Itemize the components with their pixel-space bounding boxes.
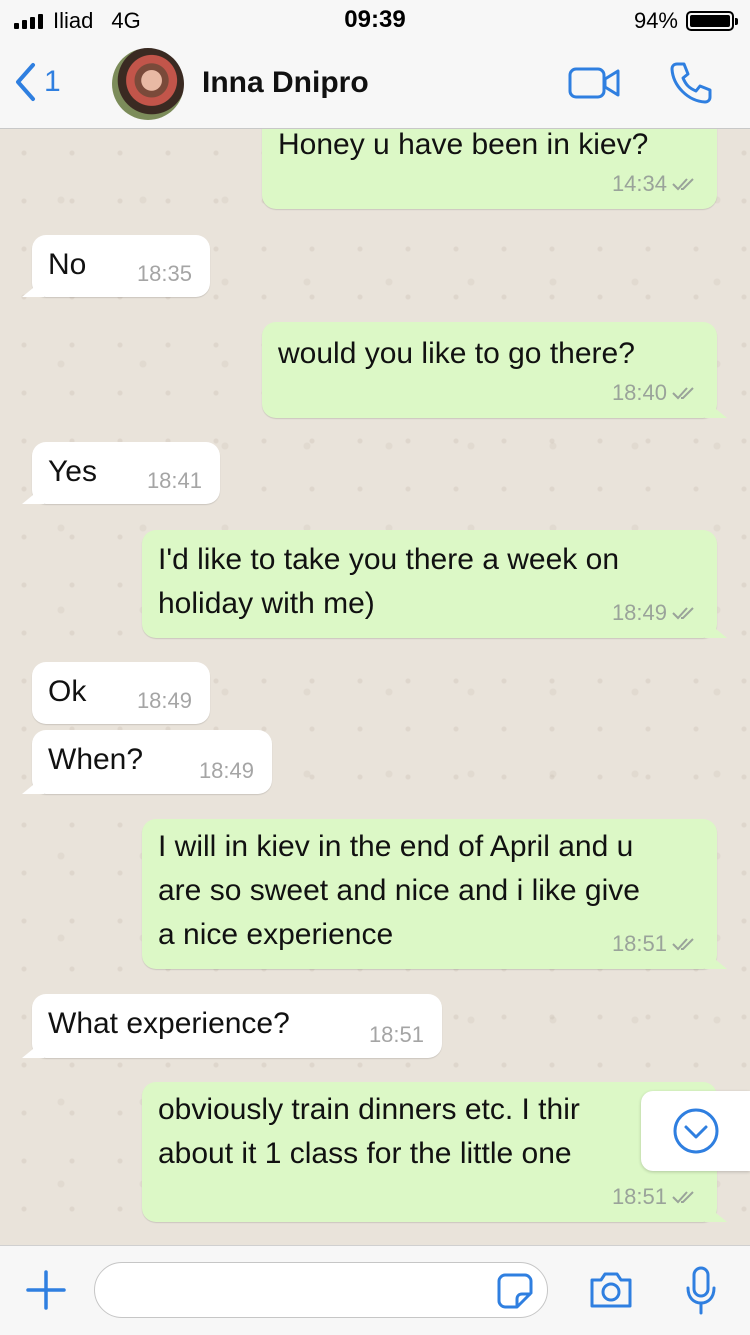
phone-icon[interactable] <box>668 60 714 106</box>
message-time: 18:49 <box>611 600 667 625</box>
message-text: I'd like to take you there a week on holi… <box>158 543 620 620</box>
avatar[interactable] <box>112 48 184 120</box>
double-check-icon <box>672 178 694 191</box>
message-bubble[interactable]: would you like to go there? 18:40 <box>262 322 727 418</box>
video-camera-icon[interactable] <box>568 66 620 100</box>
message-time: 18:41 <box>146 468 202 493</box>
scroll-to-bottom-button[interactable] <box>641 1091 750 1171</box>
message-text: Ok <box>48 675 87 708</box>
message-input-field[interactable] <box>94 1262 548 1318</box>
message-text: Honey u have been in kiev? <box>278 129 649 161</box>
message-bubble[interactable]: No 18:35 <box>22 235 210 297</box>
plus-icon[interactable] <box>26 1270 66 1310</box>
double-check-icon <box>672 1191 694 1204</box>
message-time: 18:51 <box>368 1022 424 1047</box>
message-time: 18:40 <box>611 380 667 405</box>
message-text: Yes <box>48 455 97 488</box>
message-bubble[interactable]: Honey u have been in kiev? 14:34 <box>262 129 717 209</box>
battery-percent: 94% <box>633 8 678 33</box>
message-text: I will in kiev in the end of April and u… <box>158 830 640 951</box>
double-check-icon <box>672 938 694 951</box>
back-button[interactable]: 1 <box>14 62 61 102</box>
message-list[interactable]: Honey u have been in kiev? 14:34 No 18:3… <box>0 129 750 1245</box>
message-text: No <box>48 248 87 281</box>
chevron-down-circle-icon <box>673 1108 718 1154</box>
message-text: would you like to go there? <box>278 337 635 370</box>
input-bar <box>0 1245 750 1335</box>
message-time: 18:51 <box>611 931 667 956</box>
message-bubble[interactable]: Yes 18:41 <box>22 442 220 504</box>
message-text: When? <box>48 743 144 776</box>
message-input[interactable] <box>113 1263 497 1317</box>
message-time: 14:34 <box>611 171 667 196</box>
contact-name[interactable]: Inna Dnipro <box>202 66 369 100</box>
message-bubble[interactable]: Ok 18:49 <box>32 662 210 724</box>
microphone-icon[interactable] <box>684 1266 718 1316</box>
message-bubble[interactable]: I will in kiev in the end of April and u… <box>142 819 727 969</box>
double-check-icon <box>672 607 694 620</box>
status-bar: Iliad 4G 09:39 94% <box>0 0 750 40</box>
message-bubble[interactable]: obviously train dinners etc. I thir about… <box>142 1082 727 1222</box>
message-time: 18:35 <box>136 261 192 286</box>
message-text: What experience? <box>48 1007 290 1040</box>
chat-header: 1 Inna Dnipro <box>0 40 750 129</box>
double-check-icon <box>672 387 694 400</box>
message-text: obviously train dinners etc. I thir about… <box>158 1093 580 1170</box>
battery-icon <box>686 11 738 31</box>
message-bubble[interactable]: When? 18:49 <box>22 730 272 794</box>
message-time: 18:51 <box>611 1184 667 1209</box>
message-time: 18:49 <box>136 688 192 713</box>
sticker-icon[interactable] <box>497 1273 533 1309</box>
chevron-left-icon <box>16 63 35 101</box>
message-bubble[interactable]: I'd like to take you there a week on holi… <box>142 530 727 638</box>
unread-count: 1 <box>44 65 61 98</box>
message-bubble[interactable]: What experience? 18:51 <box>22 994 442 1058</box>
message-time: 18:49 <box>198 758 254 783</box>
camera-icon[interactable] <box>588 1270 634 1310</box>
